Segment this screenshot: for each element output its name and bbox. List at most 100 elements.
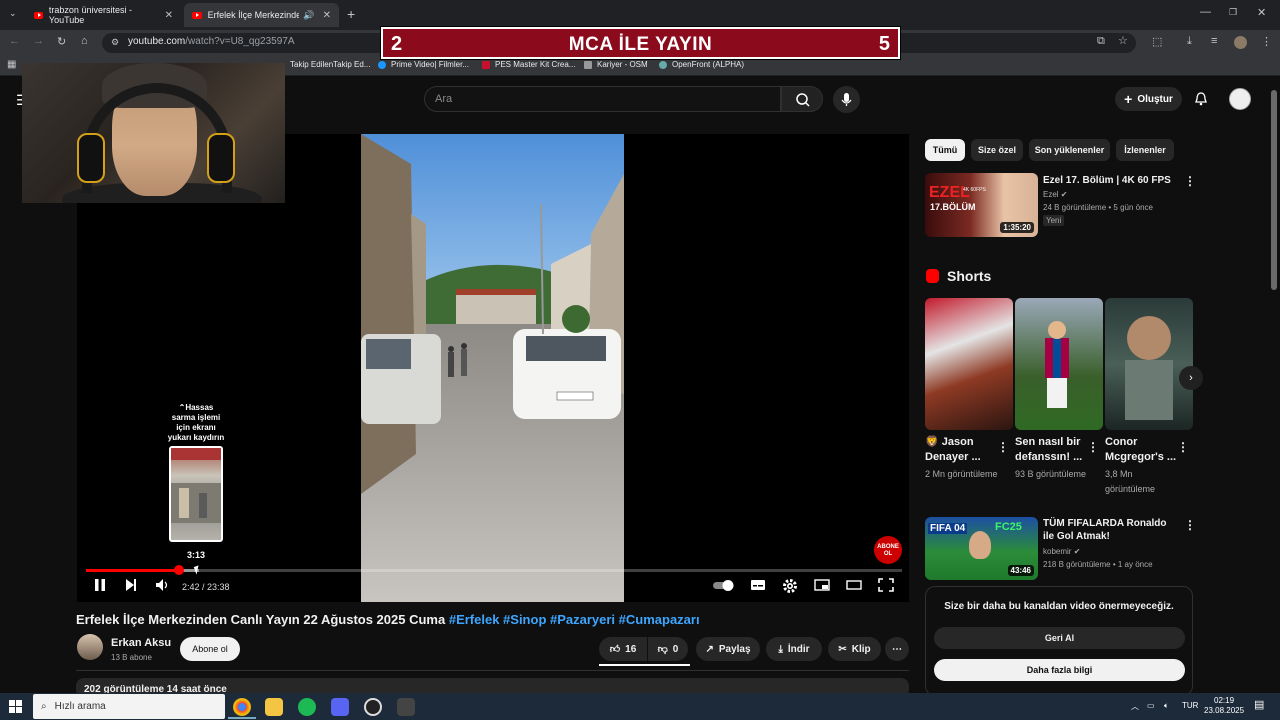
- bookmark-3[interactable]: PES Master Kit Crea...: [482, 60, 575, 69]
- recommendation-thumbnail[interactable]: EZEL 4K 60FPS 17.BÖLÜM 1:35:20: [925, 173, 1038, 237]
- bookmark-1[interactable]: Takip EdilenTakip Ed...: [290, 60, 371, 69]
- file-explorer-icon[interactable]: [265, 698, 283, 716]
- tab-list-icon[interactable]: ⌄: [9, 8, 17, 19]
- bookmark-4[interactable]: Kariyer - OSM: [584, 60, 648, 69]
- profile-avatar-icon[interactable]: [1234, 36, 1247, 49]
- subscribe-button[interactable]: Abone ol: [180, 637, 240, 661]
- subtitles-icon: [751, 580, 765, 590]
- site-info-icon[interactable]: ⚙: [111, 37, 119, 48]
- chip-all[interactable]: Tümü: [925, 139, 965, 161]
- progress-bar[interactable]: [86, 569, 902, 572]
- start-button[interactable]: [9, 700, 22, 718]
- short-title-3[interactable]: Conor Mcgregor's ...: [1105, 435, 1181, 465]
- chip-for-you[interactable]: Size özel: [971, 139, 1023, 161]
- apps-grid-icon[interactable]: ▦: [7, 59, 16, 70]
- short-thumbnail-3[interactable]: [1105, 298, 1193, 430]
- tab-2-close-icon[interactable]: ✕: [323, 10, 331, 21]
- theater-mode-button[interactable]: [846, 578, 862, 595]
- fullscreen-button[interactable]: [878, 578, 894, 595]
- install-app-icon[interactable]: ⧉: [1097, 35, 1105, 48]
- video-frame[interactable]: [361, 134, 624, 602]
- recommendation-channel-2[interactable]: kobemir ✔: [1043, 546, 1080, 558]
- url-host: youtube.com: [128, 36, 186, 47]
- channel-avatar[interactable]: [77, 634, 103, 660]
- extensions-icon[interactable]: ⬚: [1152, 35, 1162, 48]
- reload-icon[interactable]: ↻: [57, 35, 66, 48]
- short-menu-icon-2[interactable]: ⋮: [1087, 440, 1099, 454]
- taskbar-search[interactable]: ⌕ Hızlı arama: [33, 694, 225, 719]
- tab-1[interactable]: trabzon üniversitesi - YouTube ✕: [26, 3, 181, 27]
- back-icon[interactable]: ←: [9, 35, 20, 47]
- channel-name[interactable]: Erkan Aksu: [111, 637, 171, 649]
- tab-2[interactable]: Erfelek İlçe Merkezinden Ca 🔊 ✕: [184, 3, 339, 27]
- search-input[interactable]: Ara: [424, 86, 781, 112]
- chip-recent[interactable]: Son yüklenenler: [1029, 139, 1110, 161]
- notifications-button[interactable]: [1193, 91, 1209, 112]
- home-icon[interactable]: ⌂: [81, 35, 88, 47]
- next-button[interactable]: [124, 578, 138, 595]
- download-icon[interactable]: ⤓: [1187, 35, 1192, 48]
- headset-left-ear: [77, 133, 105, 183]
- recommendation-title-2[interactable]: TÜM FIFALARDA Ronaldo ile Gol Atmak!: [1043, 517, 1173, 543]
- create-button[interactable]: + Oluştur: [1115, 87, 1182, 111]
- clip-button[interactable]: ✂ Klip: [828, 637, 881, 661]
- bookmark-2[interactable]: Prime Video| Filmler...: [378, 60, 469, 69]
- voice-search-button[interactable]: [833, 86, 860, 113]
- volume-tray-icon[interactable]: 🔈︎: [1164, 701, 1169, 711]
- more-info-button[interactable]: Daha fazla bilgi: [934, 659, 1185, 681]
- page-scrollbar[interactable]: [1271, 90, 1277, 290]
- short-title-2[interactable]: Sen nasıl bir defanssın! ...: [1015, 435, 1091, 465]
- short-title-1[interactable]: 🦁 Jason Denayer ...: [925, 435, 1001, 465]
- like-button[interactable]: 👍︎ 16: [599, 637, 647, 661]
- tray-expand-icon[interactable]: ︿: [1131, 701, 1139, 712]
- undo-button[interactable]: Geri Al: [934, 627, 1185, 649]
- short-thumbnail-2[interactable]: [1015, 298, 1103, 430]
- short-menu-icon-1[interactable]: ⋮: [997, 440, 1009, 454]
- obs-icon[interactable]: [364, 698, 382, 716]
- more-actions-button[interactable]: ⋯: [885, 637, 909, 661]
- new-tab-icon[interactable]: +: [347, 6, 355, 22]
- share-button[interactable]: ↗ Paylaş: [696, 637, 760, 661]
- download-button[interactable]: ⤓ İndir: [766, 637, 822, 661]
- bookmark-star-icon[interactable]: ☆: [1118, 34, 1128, 47]
- subtitles-button[interactable]: [750, 578, 766, 595]
- app-icon[interactable]: [397, 698, 415, 716]
- recommendation-title[interactable]: Ezel 17. Bölüm | 4K 60 FPS: [1043, 174, 1173, 187]
- speaker-icon[interactable]: 🔊: [303, 10, 314, 21]
- progress-scrubber[interactable]: [174, 565, 185, 575]
- settings-button[interactable]: [782, 578, 798, 597]
- shorts-next-button[interactable]: ›: [1179, 366, 1203, 390]
- recommendation-menu-icon[interactable]: ⋮: [1184, 174, 1196, 188]
- video-hashtags[interactable]: #Erfelek #Sinop #Pazaryeri #Cumapazarı: [449, 612, 700, 627]
- chrome-app-icon[interactable]: [233, 698, 251, 716]
- network-icon[interactable]: ▭: [1147, 701, 1155, 710]
- account-avatar[interactable]: [1229, 88, 1251, 110]
- spotify-icon[interactable]: [298, 698, 316, 716]
- recommendation-thumbnail-2[interactable]: FIFA 04 FC25 43:46: [925, 517, 1038, 580]
- bookmark-5[interactable]: OpenFront (ALPHA): [659, 60, 744, 69]
- discord-icon[interactable]: [331, 698, 349, 716]
- mute-button[interactable]: [155, 578, 169, 595]
- dislike-button[interactable]: 👎︎ 0: [648, 637, 688, 661]
- short-menu-icon-3[interactable]: ⋮: [1177, 440, 1189, 454]
- autoplay-toggle[interactable]: [712, 578, 736, 595]
- notification-center-icon[interactable]: ▤: [1254, 698, 1264, 711]
- reading-list-icon[interactable]: ≡: [1211, 35, 1217, 47]
- search-button[interactable]: [781, 86, 823, 112]
- chip-watched[interactable]: İzlenenler: [1116, 139, 1174, 161]
- recommendation-channel[interactable]: Ezel ✔: [1043, 189, 1068, 201]
- window-close-icon[interactable]: ✕: [1257, 6, 1266, 19]
- chrome-menu-icon[interactable]: ⋮: [1261, 35, 1272, 48]
- clock[interactable]: 02:19 23.08.2025: [1204, 696, 1244, 716]
- restore-icon[interactable]: ❐: [1229, 7, 1237, 18]
- miniplayer-button[interactable]: [814, 578, 830, 595]
- url-text[interactable]: youtube.com/watch?v=U8_qg23597A: [128, 36, 295, 47]
- subscribe-watermark[interactable]: ABONE OL: [874, 536, 902, 564]
- tab-1-close-icon[interactable]: ✕: [165, 10, 173, 21]
- language-indicator[interactable]: TUR: [1182, 701, 1198, 710]
- short-thumbnail-1[interactable]: [925, 298, 1013, 430]
- forward-icon[interactable]: →: [33, 35, 44, 47]
- recommendation-menu-icon-2[interactable]: ⋮: [1184, 518, 1196, 532]
- minimize-icon[interactable]: —: [1200, 6, 1211, 18]
- pause-button[interactable]: [93, 578, 107, 595]
